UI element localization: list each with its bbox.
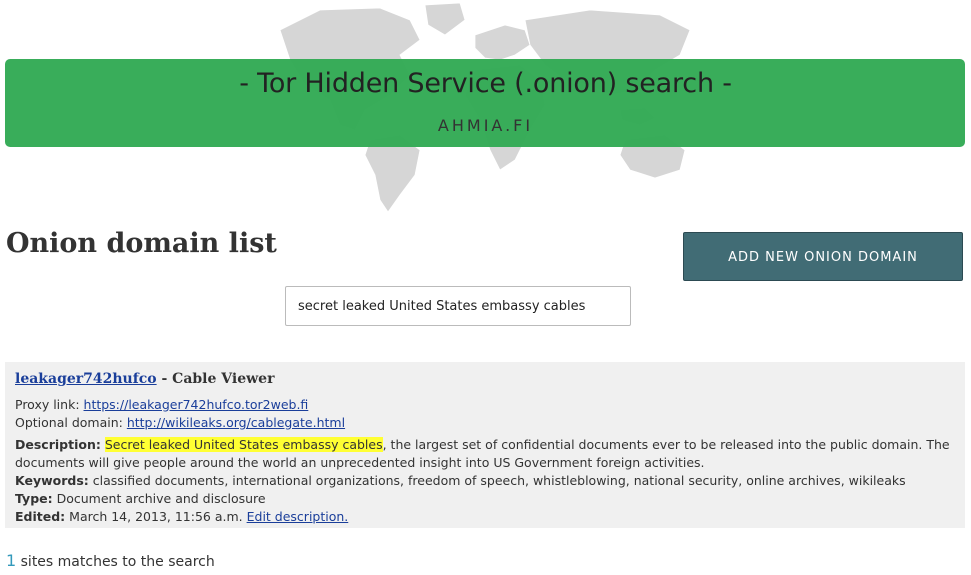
optional-domain-label: Optional domain: xyxy=(15,415,127,430)
type-label: Type: xyxy=(15,491,53,506)
site-title: - Tor Hidden Service (.onion) search - xyxy=(239,68,732,99)
optional-domain-link[interactable]: http://wikileaks.org/cablegate.html xyxy=(127,415,345,430)
type-row: Type: Document archive and disclosure xyxy=(15,490,955,508)
proxy-link-label: Proxy link: xyxy=(15,397,84,412)
description-label: Description: xyxy=(15,437,101,452)
keywords-label: Keywords: xyxy=(15,473,89,488)
results-count-number: 1 xyxy=(6,551,17,570)
description-row: Description: Secret leaked United States… xyxy=(15,436,955,454)
result-heading: leakager742hufco - Cable Viewer xyxy=(15,370,955,388)
add-onion-domain-button[interactable]: ADD NEW ONION DOMAIN xyxy=(683,232,963,281)
edited-value: March 14, 2013, 11:56 a.m. xyxy=(69,509,243,524)
description-text-1: , the largest set of confidential docume… xyxy=(382,437,950,452)
page-title: Onion domain list xyxy=(6,228,277,259)
keywords-value: classified documents, international orga… xyxy=(92,473,906,488)
search-input[interactable] xyxy=(285,286,631,326)
result-site-title: Cable Viewer xyxy=(172,371,275,387)
description-highlight: Secret leaked United States embassy cabl… xyxy=(104,437,383,452)
description-text-2: documents will give people around the wo… xyxy=(15,455,705,470)
optional-domain-row: Optional domain: http://wikileaks.org/ca… xyxy=(15,414,955,432)
result-item: leakager742hufco - Cable Viewer Proxy li… xyxy=(5,362,965,528)
results-count-text: sites matches to the search xyxy=(16,554,215,570)
edit-description-link[interactable]: Edit description. xyxy=(247,509,349,524)
proxy-link[interactable]: https://leakager742hufco.tor2web.fi xyxy=(84,397,309,412)
result-domain-link[interactable]: leakager742hufco xyxy=(15,371,157,387)
keywords-row: Keywords: classified documents, internat… xyxy=(15,472,955,490)
results-count: 1 sites matches to the search xyxy=(6,551,215,570)
page: - Tor Hidden Service (.onion) search - A… xyxy=(0,0,971,575)
edited-label: Edited: xyxy=(15,509,66,524)
result-separator: - xyxy=(156,371,173,387)
edited-row: Edited: March 14, 2013, 11:56 a.m. Edit … xyxy=(15,508,955,526)
site-subtitle: AHMIA.FI xyxy=(437,116,534,135)
proxy-link-row: Proxy link: https://leakager742hufco.tor… xyxy=(15,396,955,414)
type-value: Document archive and disclosure xyxy=(56,491,266,506)
